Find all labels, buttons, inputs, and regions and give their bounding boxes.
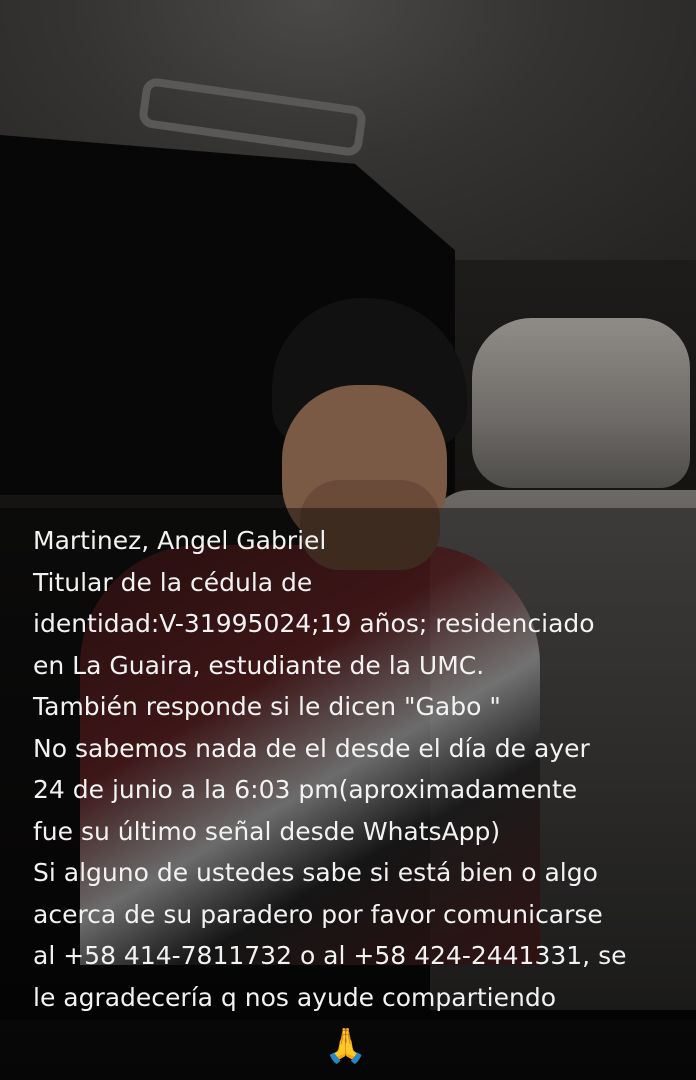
- caption-line: No sabemos nada de el desde el día de ay…: [33, 733, 590, 763]
- caption-line: También responde si le dicen "Gabo ": [33, 692, 501, 721]
- caption-line: le agradecería q nos ayude compartiendo: [33, 982, 557, 1012]
- folded-hands-icon: 🙏: [324, 1026, 368, 1066]
- caption-line: Si alguno de ustedes sabe si está bien o…: [33, 858, 598, 887]
- story-view: Martinez, Angel Gabriel Titular de la cé…: [0, 0, 696, 1080]
- seat-headrest: [472, 318, 690, 488]
- caption-line: Titular de la cédula de: [33, 567, 313, 597]
- caption-line: en La Guaira, estudiante de la UMC.: [33, 650, 485, 680]
- caption-line: 24 de junio a la 6:03 pm(aproximadamente: [33, 775, 578, 804]
- caption-line: identidad:V-31995024;19 años; residencia…: [33, 609, 595, 638]
- caption-line: fue su último señal desde WhatsApp): [33, 816, 501, 846]
- caption-line: acerca de su paradero por favor comunica…: [33, 899, 603, 929]
- caption-line: al +58 414-7811732 o al +58 424-2441331,…: [33, 941, 627, 970]
- caption-line: Martinez, Angel Gabriel: [33, 526, 327, 555]
- story-caption: Martinez, Angel Gabriel Titular de la cé…: [33, 520, 673, 1018]
